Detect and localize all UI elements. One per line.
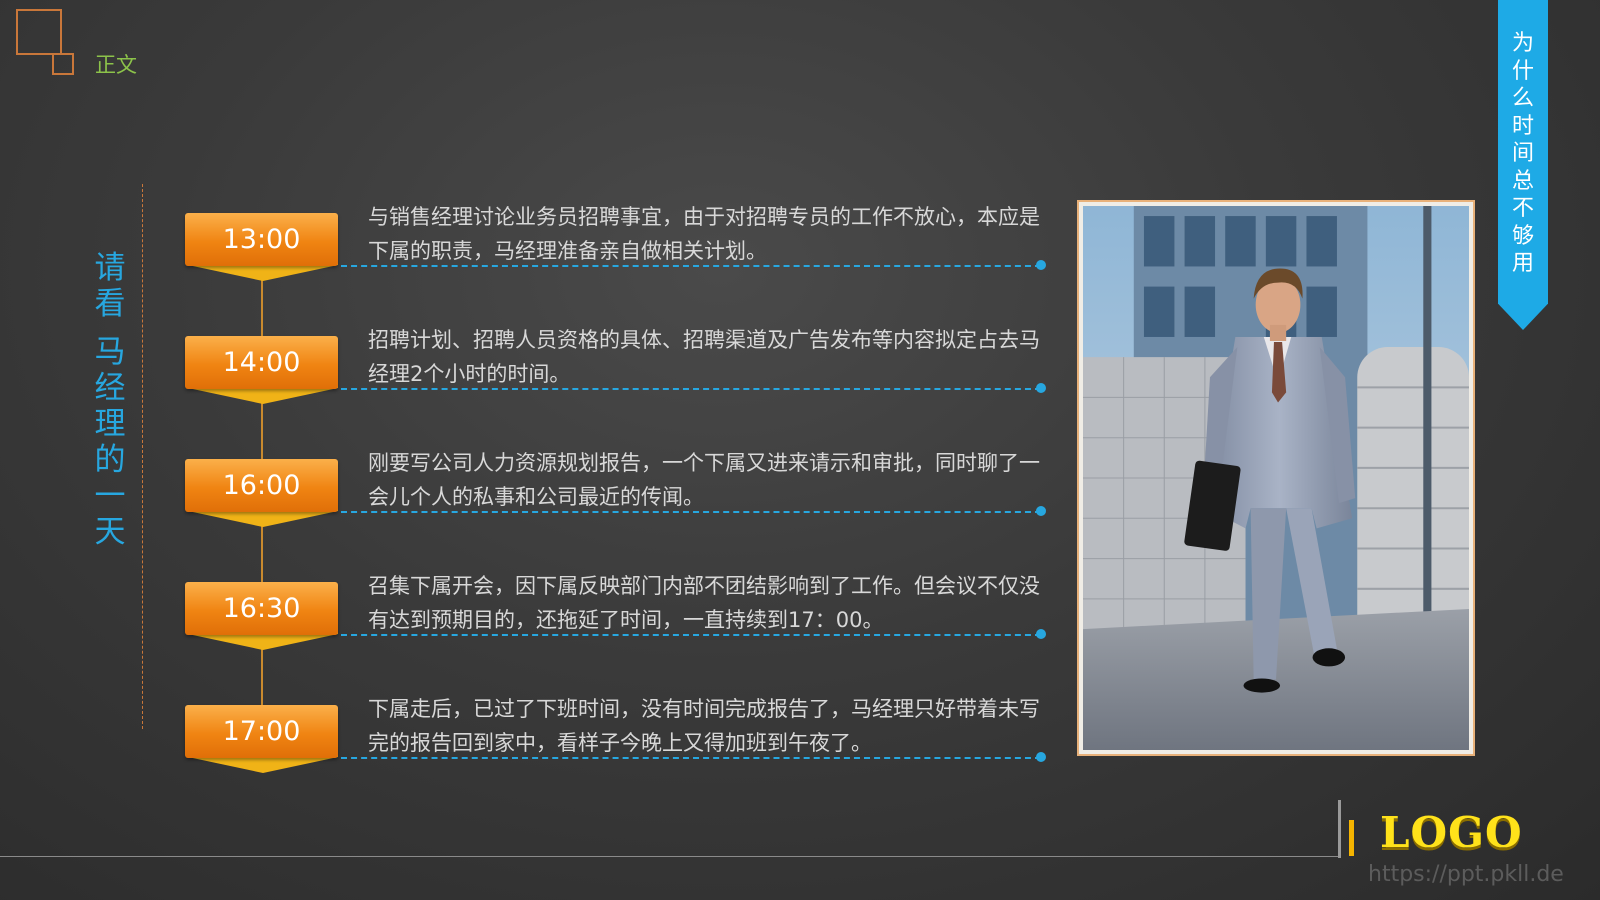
dashed-leader-line xyxy=(341,388,1041,390)
side-tab-char: 什 xyxy=(1511,58,1534,84)
time-badge: 17:00 xyxy=(185,705,338,758)
side-tab-char: 间 xyxy=(1511,141,1534,166)
side-tab-char: 够 xyxy=(1511,223,1534,249)
leader-dot xyxy=(1036,629,1046,639)
businessman-photo xyxy=(1077,200,1475,756)
time-badge: 16:30 xyxy=(185,582,338,635)
timeline-description: 刚要写公司人力资源规划报告，一个下属又进来请示和审批，同时聊了一会儿个人的私事和… xyxy=(368,451,1040,509)
logo-bar-gray xyxy=(1338,800,1341,858)
decor-square-small xyxy=(52,53,74,75)
dashed-leader-line xyxy=(341,634,1041,636)
dashed-leader-line xyxy=(341,757,1041,759)
time-badge: 16:00 xyxy=(185,459,338,512)
logo: LOGO xyxy=(1380,808,1523,857)
side-tab-char: 不 xyxy=(1511,196,1534,221)
timeline-description: 下属走后，已过了下班时间，没有时间完成报告了，马经理只好带着未写完的报告回到家中… xyxy=(368,697,1040,755)
side-tab-char: 总 xyxy=(1511,168,1534,194)
side-tab-text: 为 什 么 时 间 总 不 够 用 xyxy=(1498,30,1548,278)
side-tab-char: 么 xyxy=(1511,86,1534,111)
section-label: 正文 xyxy=(95,53,137,77)
side-tab-char: 用 xyxy=(1511,251,1534,276)
vertical-title-gap xyxy=(89,322,131,334)
side-tab: 为 什 么 时 间 总 不 够 用 xyxy=(1498,0,1548,330)
dashed-leader-line xyxy=(341,511,1041,513)
decor-square-large xyxy=(16,9,62,55)
dashed-leader-line xyxy=(341,265,1041,267)
side-tab-char: 为 xyxy=(1511,31,1534,56)
leader-dot xyxy=(1036,383,1046,393)
timeline-description: 召集下属开会，因下属反映部门内部不团结影响到了工作。但会议不仅没有达到预期目的，… xyxy=(368,574,1040,632)
businessman-illustration xyxy=(1083,206,1469,750)
logo-bar-yellow xyxy=(1349,820,1354,856)
time-badge: 13:00 xyxy=(185,213,338,266)
watermark: https://ppt.pkll.de xyxy=(1368,862,1564,887)
side-tab-char: 时 xyxy=(1511,113,1534,139)
timeline-description: 招聘计划、招聘人员资格的具体、招聘渠道及广告发布等内容拟定占去马经理2个小时的时… xyxy=(368,328,1040,386)
timeline-description: 与销售经理讨论业务员招聘事宜，由于对招聘专员的工作不放心，本应是下属的职责，马经… xyxy=(368,205,1040,263)
footer-divider xyxy=(0,856,1340,857)
time-badge: 14:00 xyxy=(185,336,338,389)
leader-dot xyxy=(1036,260,1046,270)
leader-dot xyxy=(1036,506,1046,516)
leader-dot xyxy=(1036,752,1046,762)
